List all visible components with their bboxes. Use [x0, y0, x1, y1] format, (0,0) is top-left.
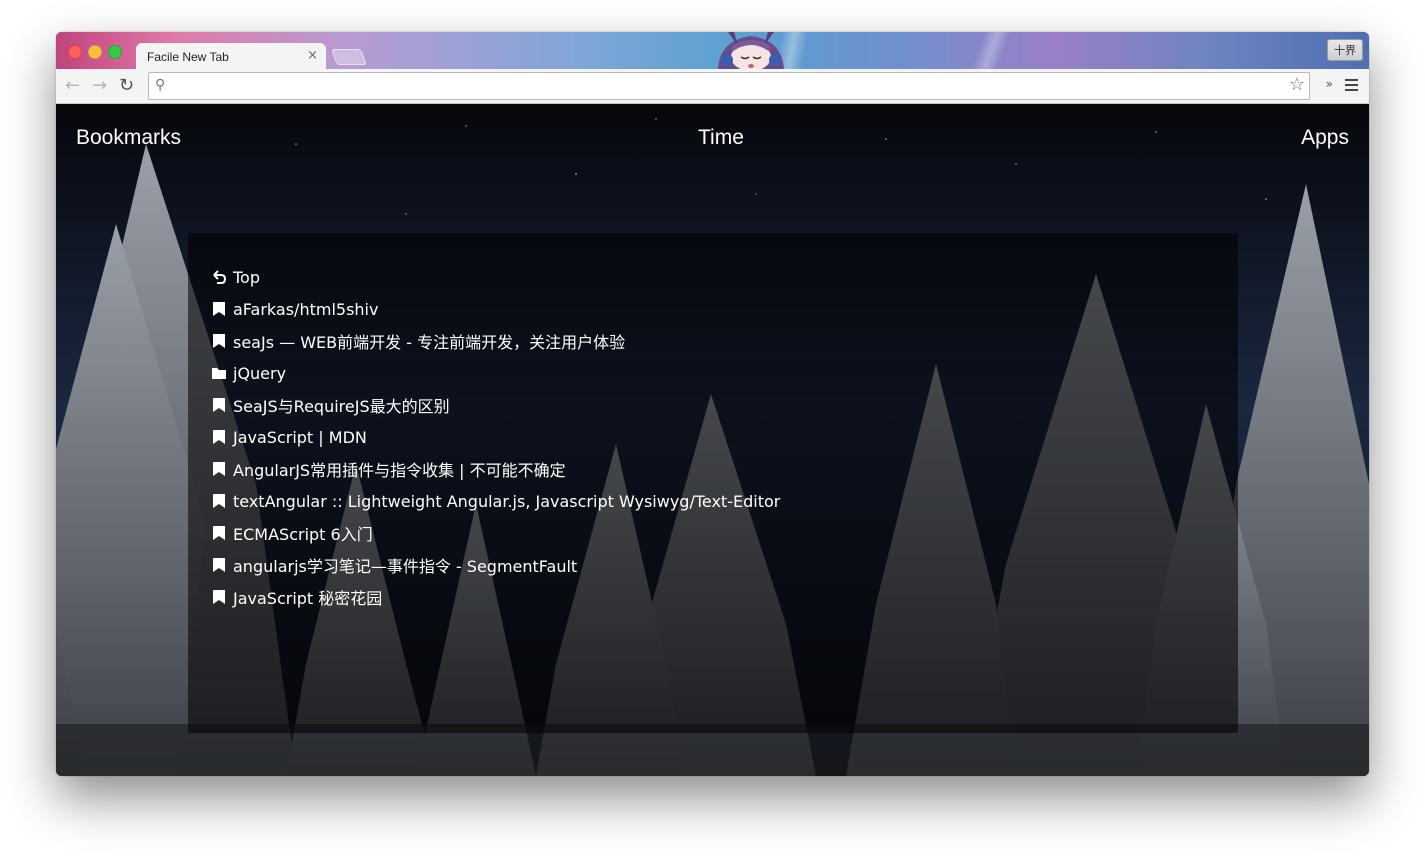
bookmark-label: Top	[233, 267, 260, 287]
bookmark-label: aFarkas/html5shiv	[233, 299, 379, 319]
bookmark-label: angularjs学习笔记—事件指令 - SegmentFault	[233, 557, 578, 576]
bookmark-icon	[213, 526, 225, 540]
bookmark-item[interactable]: aFarkas/html5shiv	[211, 293, 780, 325]
new-tab-button[interactable]	[331, 49, 367, 65]
browser-window: Facile New Tab × 十界 ← → ↻ ⚲ ☆ » Bookmark…	[56, 32, 1369, 776]
theme-avatar-image	[718, 32, 784, 69]
minimize-window-button[interactable]	[88, 45, 102, 59]
bookmark-label: SeaJS与RequireJS最大的区别	[233, 397, 450, 416]
address-input[interactable]	[177, 76, 1281, 96]
bookmark-folder-item[interactable]: jQuery	[211, 357, 780, 389]
bookmark-item[interactable]: SeaJS与RequireJS最大的区别	[211, 389, 780, 421]
bookmark-list: Top aFarkas/html5shiv seaJs — WEB前端开发 - …	[211, 261, 780, 613]
bookmark-item[interactable]: ECMAScript 6入门	[211, 517, 780, 549]
bookmark-icon	[213, 302, 225, 316]
bookmark-item-top[interactable]: Top	[211, 261, 780, 293]
bookmark-item[interactable]: angularjs学习笔记—事件指令 - SegmentFault	[211, 549, 780, 581]
search-icon: ⚲	[155, 77, 166, 93]
extensions-overflow-icon[interactable]: »	[1326, 77, 1333, 91]
bookmark-label: jQuery	[233, 363, 287, 383]
zoom-window-button[interactable]	[108, 45, 122, 59]
bookmark-star-icon[interactable]: ☆	[1289, 74, 1305, 95]
bookmark-item[interactable]: JavaScript | MDN	[211, 421, 780, 453]
bookmark-icon	[213, 430, 225, 444]
nav-apps-link[interactable]: Apps	[1301, 126, 1349, 150]
new-tab-page: Bookmarks Time Apps Top aFarkas/html5shi…	[56, 104, 1369, 776]
tab-close-icon[interactable]: ×	[307, 48, 318, 63]
menu-icon[interactable]	[1345, 79, 1358, 91]
back-arrow-icon	[213, 270, 227, 284]
profile-button[interactable]: 十界	[1327, 39, 1363, 61]
bookmark-label: JavaScript | MDN	[233, 427, 367, 447]
reload-icon[interactable]: ↻	[119, 75, 134, 96]
tab-active[interactable]: Facile New Tab ×	[136, 43, 326, 69]
bookmark-icon	[213, 334, 225, 348]
bookmark-label: textAngular :: Lightweight Angular.js, J…	[233, 491, 781, 511]
back-arrow-icon[interactable]: ←	[65, 75, 80, 96]
bookmark-icon	[213, 558, 225, 572]
bookmark-item[interactable]: AngularJS常用插件与指令收集 | 不可能不确定	[211, 453, 780, 485]
tab-title: Facile New Tab	[147, 50, 229, 64]
address-bar[interactable]: ⚲ ☆	[148, 72, 1310, 100]
close-window-button[interactable]	[68, 45, 82, 59]
bookmark-item[interactable]: seaJs — WEB前端开发 - 专注前端开发，关注用户体验	[211, 325, 780, 357]
bookmark-icon	[213, 494, 225, 508]
bookmark-label: AngularJS常用插件与指令收集 | 不可能不确定	[233, 461, 566, 480]
nav-bookmarks-link[interactable]: Bookmarks	[76, 126, 181, 150]
nav-time-link[interactable]: Time	[698, 126, 744, 150]
tab-strip: Facile New Tab × 十界	[56, 32, 1369, 69]
bookmark-icon	[213, 398, 225, 412]
bookmark-item[interactable]: textAngular :: Lightweight Angular.js, J…	[211, 485, 780, 517]
bookmark-icon	[213, 462, 225, 476]
bookmark-item[interactable]: JavaScript 秘密花园	[211, 581, 780, 613]
bookmark-label: ECMAScript 6入门	[233, 525, 373, 544]
bookmark-icon	[213, 590, 225, 604]
bookmark-label: JavaScript 秘密花园	[233, 589, 383, 608]
folder-icon	[212, 368, 226, 379]
forward-arrow-icon[interactable]: →	[92, 75, 107, 96]
bookmark-label: seaJs — WEB前端开发 - 专注前端开发，关注用户体验	[233, 333, 626, 352]
browser-toolbar: ← → ↻ ⚲ ☆ »	[56, 69, 1369, 104]
